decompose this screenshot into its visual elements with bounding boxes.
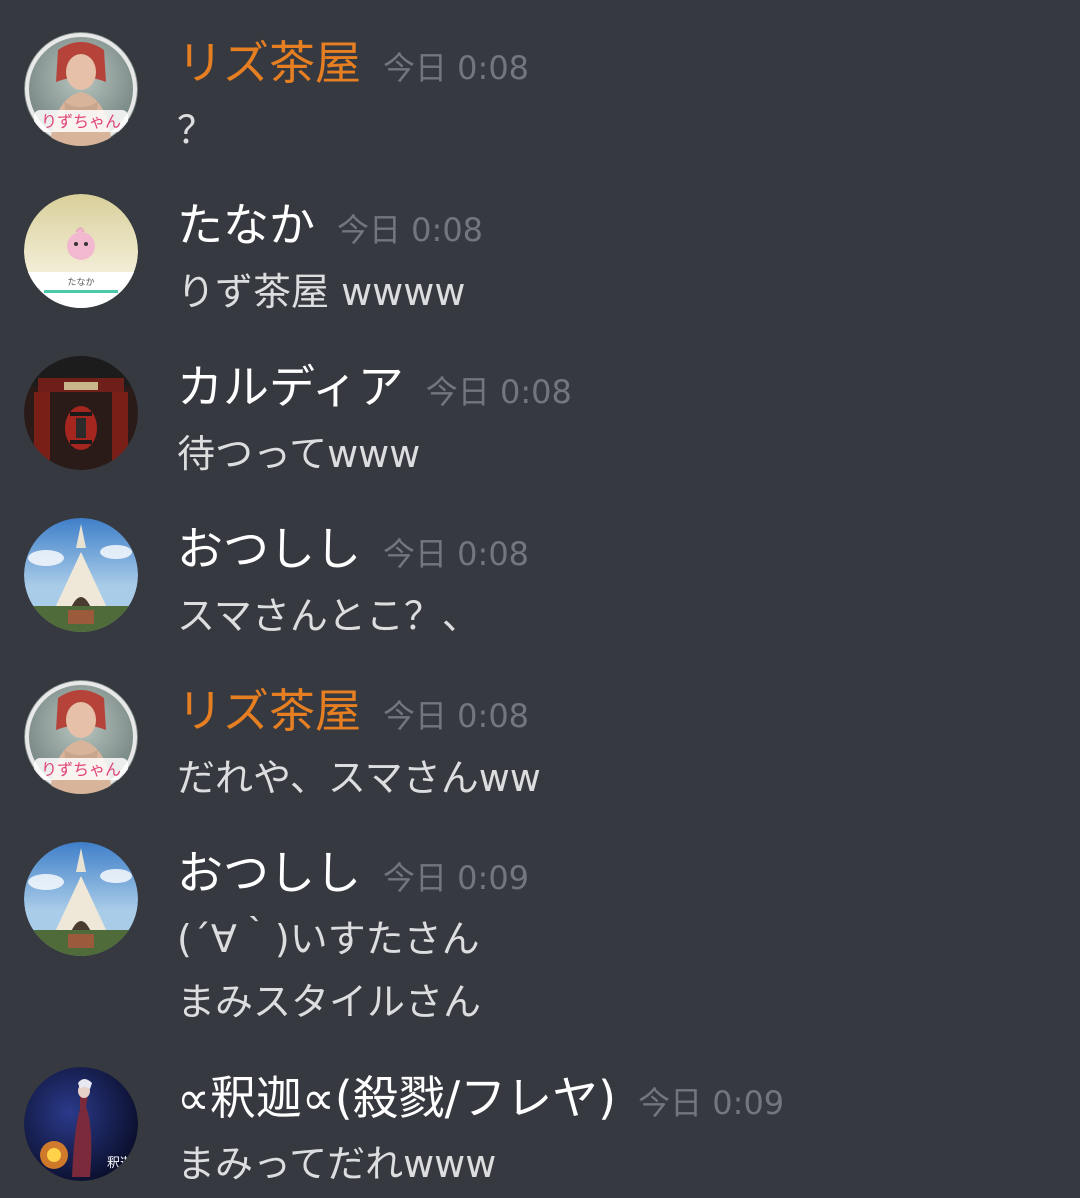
username[interactable]: おつしし xyxy=(177,526,361,572)
pink-creature-avatar-icon[interactable]: たなか xyxy=(24,194,138,308)
username[interactable]: おつしし xyxy=(177,850,361,896)
message-text: だれや、スマさんww xyxy=(177,756,541,800)
avatar-text: 釈迦 xyxy=(107,1156,133,1171)
church-avatar-icon[interactable] xyxy=(24,842,138,956)
temple-gate-avatar-icon[interactable] xyxy=(24,356,138,470)
username[interactable]: カルディア xyxy=(177,364,404,410)
timestamp: 今日 0:08 xyxy=(425,373,572,411)
avatar-text: りずちゃん xyxy=(41,112,121,131)
message-text: ？ xyxy=(177,108,216,152)
timestamp: 今日 0:09 xyxy=(383,859,530,897)
avatar-text: たなか xyxy=(67,277,94,288)
chat-message-list: りずちゃん リズ茶屋 今日 0:08 ？ たなか たなか 今日 0:08 りず茶… xyxy=(0,0,1080,1198)
timestamp: 今日 0:08 xyxy=(337,211,484,249)
timestamp: 今日 0:08 xyxy=(383,535,530,573)
church-avatar-icon[interactable] xyxy=(24,518,138,632)
username[interactable]: リズ茶屋 xyxy=(177,40,361,86)
timestamp: 今日 0:08 xyxy=(383,697,530,735)
message-text: まみってだれwww xyxy=(177,1142,497,1186)
message-text: りず茶屋 wwww xyxy=(177,270,466,314)
message-text: スマさんとこ？、 xyxy=(177,594,480,638)
elf-character-avatar-icon[interactable]: りずちゃん xyxy=(24,32,138,146)
avatar-text: りずちゃん xyxy=(41,760,121,779)
username[interactable]: たなか xyxy=(177,202,315,248)
message-text: 待つってwww xyxy=(177,432,421,476)
timestamp: 今日 0:09 xyxy=(638,1084,785,1122)
message-text: (´∀｀)いすたさん xyxy=(177,917,480,961)
username[interactable]: リズ茶屋 xyxy=(177,688,361,734)
username[interactable]: ∝釈迦∝(殺戮/フレヤ) xyxy=(177,1075,616,1121)
elf-character-avatar-icon[interactable]: りずちゃん xyxy=(24,680,138,794)
timestamp: 今日 0:08 xyxy=(383,49,530,87)
message-text: まみスタイルさん xyxy=(177,980,482,1024)
dark-character-avatar-icon[interactable]: 釈迦 xyxy=(24,1067,138,1181)
